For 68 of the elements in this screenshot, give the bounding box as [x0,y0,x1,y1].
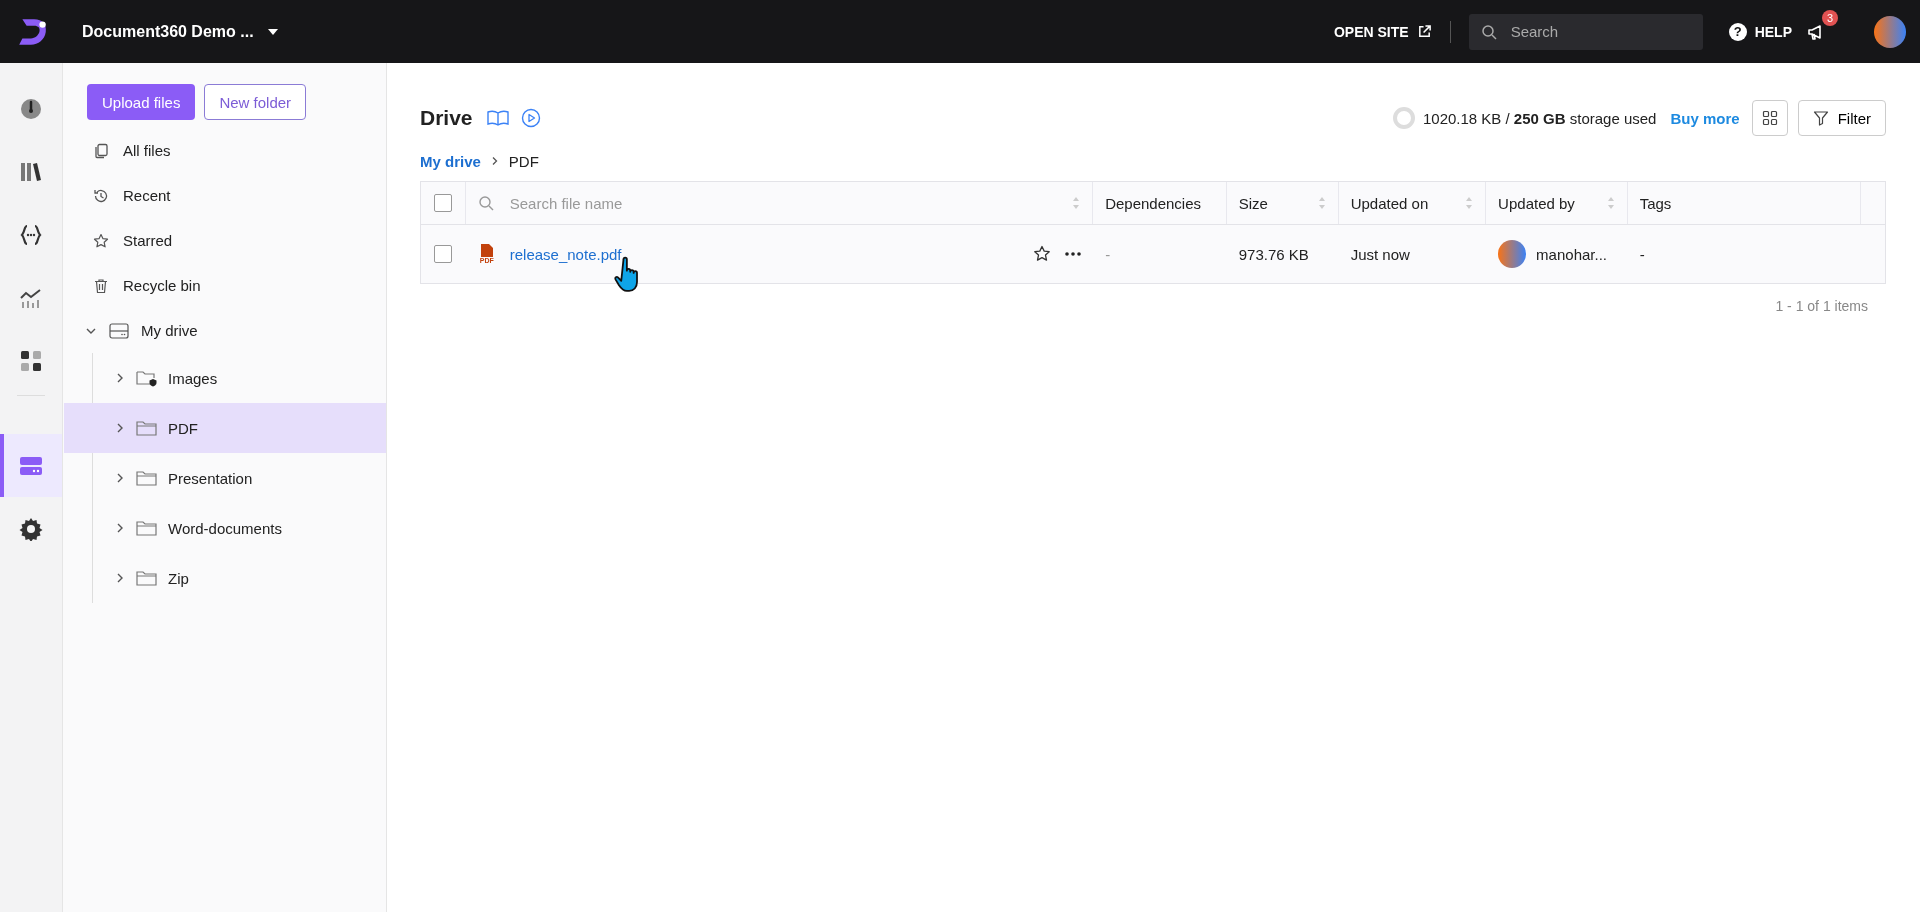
copy-icon [93,142,109,159]
folder-item[interactable]: Zip [64,553,386,603]
avatar[interactable] [1874,15,1906,48]
storage-ring-icon [1392,107,1415,129]
folder-icon [136,569,158,587]
open-site-link[interactable]: OPEN SITE [1333,23,1432,40]
star-icon [93,232,109,249]
project-name[interactable]: Document360 Demo ... [82,22,254,41]
search-icon [477,195,494,211]
folder-shield-icon [136,369,158,387]
notification-badge: 3 [1822,9,1838,26]
search-field[interactable]: Search [1468,13,1703,50]
folder-item[interactable]: Images [64,353,386,403]
column-header[interactable]: Dependencies [1105,194,1202,212]
more-icon[interactable] [1065,252,1082,256]
filter-icon [1812,110,1829,126]
sidebar-item[interactable]: Recent [63,173,386,218]
external-link-icon [1416,24,1432,39]
braces-icon [19,222,43,247]
folder-icon [136,419,158,437]
drive-icon [109,322,129,339]
table-cell: manohar... [1536,245,1607,263]
sidebar-item[interactable]: Starred [63,218,386,263]
select-all-checkbox[interactable] [433,194,452,212]
settings-icon [19,516,43,541]
history-icon [93,187,109,204]
table-cell: Just now [1350,245,1410,263]
help-link[interactable]: HELP [1754,23,1792,40]
search-icon [1480,23,1497,40]
file-icon [479,243,494,257]
filter-button[interactable]: Filter [1797,100,1886,136]
breadcrumb-link[interactable]: My drive [420,152,481,170]
column-header[interactable]: Size [1238,194,1268,212]
column-header[interactable]: Tags [1639,194,1672,212]
table-cell: - [1105,245,1111,263]
tree-item[interactable]: My drive [63,308,386,353]
file-name-link[interactable]: release_note.pdf [509,245,622,263]
sidebar-item[interactable]: Recycle bin [63,263,386,308]
play-icon[interactable] [520,108,541,128]
folder-item[interactable]: Word-documents [64,503,386,553]
book-icon[interactable] [486,110,509,126]
table-cell: 973.76 KB [1238,245,1309,263]
grid-icon [1761,110,1778,126]
pagination-info: 1 - 1 of 1 items [1775,298,1868,314]
star-icon[interactable] [1033,245,1052,263]
trash-icon [93,277,109,294]
sidebar-item[interactable]: All files [63,128,386,173]
table-cell: - [1639,245,1645,263]
user-avatar [1498,240,1527,268]
grid-icon [19,348,43,373]
gauge-icon [19,96,43,121]
column-header[interactable]: Updated by [1498,194,1575,212]
row-checkbox[interactable] [434,245,453,263]
folder-item[interactable]: Presentation [64,453,386,503]
folder-item[interactable]: PDF [64,403,386,453]
folder-icon [136,469,158,487]
caret-icon[interactable] [267,28,278,35]
new-folder-button[interactable]: New folder [204,84,307,120]
file-search-field[interactable]: Search file name [507,193,1059,213]
help-icon[interactable]: ? [1728,22,1747,41]
buy-more-link[interactable]: Buy more [1670,109,1740,127]
column-header[interactable]: Updated on [1350,194,1429,212]
folder-icon [136,519,158,537]
grid-view-button[interactable] [1751,100,1788,136]
storage-usage: 1020.18 KB / 250 GB storage used [1422,109,1657,127]
upload-files-button[interactable]: Upload files [87,84,196,120]
page-title: Drive [420,106,473,130]
breadcrumb-current: PDF [508,152,539,170]
